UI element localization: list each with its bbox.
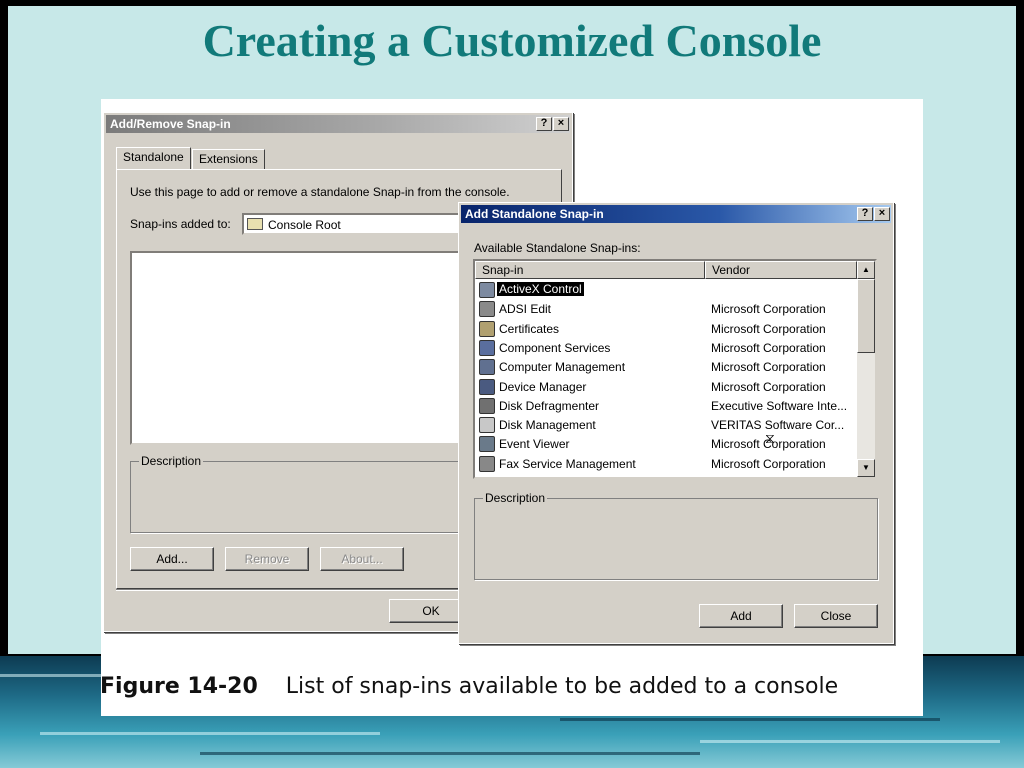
help-button[interactable]: ? [857,207,873,221]
remove-button[interactable]: Remove [225,547,309,571]
instruction-text: Use this page to add or remove a standal… [130,185,510,199]
event-viewer-icon [479,436,495,453]
snapin-vendor: Microsoft Corporation [711,302,826,317]
activex-icon [479,282,495,298]
snapin-row[interactable]: Disk Management VERITAS Software Cor... [475,416,857,435]
snapin-name: ADSI Edit [499,302,552,317]
hourglass-cursor-icon: ⧖ [765,430,775,446]
tab-extensions[interactable]: Extensions [192,149,265,169]
snapin-name: ActiveX Control [497,282,584,296]
snapin-vendor: Microsoft Corporation [711,321,826,336]
snapin-name: Disk Defragmenter [499,398,600,413]
add-remove-titlebar: Add/Remove Snap-in ? × [106,115,570,133]
snapin-row[interactable]: Event Viewer Microsoft Corporation [475,435,857,454]
snapin-vendor: Microsoft Corporation [711,360,826,375]
snapin-name: Disk Management [499,418,596,433]
adsi-icon [479,301,495,318]
scroll-down-arrow-icon[interactable]: ▼ [857,459,875,477]
available-snapins-label: Available Standalone Snap-ins: [474,241,641,255]
snapin-row[interactable]: Component Services Microsoft Corporation [475,339,857,358]
scroll-thumb[interactable] [857,279,875,353]
snapin-vendor: VERITAS Software Cor... [711,418,845,433]
description-label: Description [139,454,204,468]
slide-title: Creating a Customized Console [202,15,822,66]
snapin-row[interactable]: Disk Defragmenter Executive Software Inte… [475,397,857,416]
column-header-vendor[interactable]: Vendor [705,261,857,279]
folder-icon [247,218,263,230]
snapin-name: Component Services [499,340,611,355]
vertical-scrollbar[interactable]: ▲ ▼ [857,261,875,477]
add-button[interactable]: Add... [130,547,214,571]
available-snapins-list[interactable]: Snap-in Vendor ActiveX Control ADSI Edit M… [473,259,877,479]
add-remove-title: Add/Remove Snap-in [110,117,231,131]
caption-text: List of snap-ins available to be added t… [285,674,839,699]
description-label: Description [483,491,548,505]
description-group: Description [474,491,878,580]
device-manager-icon [479,378,495,395]
close-button[interactable]: × [553,117,569,131]
add-standalone-titlebar: Add Standalone Snap-in ? × [461,205,891,223]
add-button[interactable]: Add [699,604,783,628]
snapin-row[interactable]: ActiveX Control [475,281,857,300]
snapins-added-label: Snap-ins added to: [130,217,231,231]
fax-icon [479,455,495,472]
tab-standalone[interactable]: Standalone [116,147,191,169]
snapin-name: Event Viewer [499,437,570,452]
close-dialog-button[interactable]: Close [794,604,878,628]
slide: Creating a Customized Console Add/Remove… [0,0,1024,768]
column-header-snapin[interactable]: Snap-in [475,261,705,279]
snapin-name: Computer Management [499,360,626,375]
component-services-icon [479,339,495,356]
snapin-vendor: Microsoft Corporation [711,379,826,394]
snapin-row[interactable]: Fax Service Management Microsoft Corporat… [475,455,857,474]
certificate-icon [479,320,495,337]
snapin-row[interactable]: Computer Management Microsoft Corporation [475,358,857,377]
snapin-row[interactable]: Certificates Microsoft Corporation [475,320,857,339]
snapin-name: Certificates [499,321,560,336]
snapin-vendor: Executive Software Inte... [711,398,848,413]
snapins-added-value: Console Root [268,218,341,232]
snapin-row[interactable]: ADSI Edit Microsoft Corporation [475,300,857,319]
close-button[interactable]: × [874,207,890,221]
caption-figure-number: Figure 14-20 [100,674,258,699]
snapin-name: Fax Service Management [499,456,636,471]
about-button[interactable]: About... [320,547,404,571]
snapin-row[interactable]: Device Manager Microsoft Corporation [475,378,857,397]
scroll-up-arrow-icon[interactable]: ▲ [857,261,875,279]
snapin-vendor: Microsoft Corporation [711,456,826,471]
add-standalone-title: Add Standalone Snap-in [465,207,604,221]
computer-icon [479,359,495,376]
defrag-icon [479,397,495,414]
snapin-vendor: Microsoft Corporation [711,340,826,355]
disk-icon [479,417,495,434]
figure-caption: Figure 14-20 List of snap-ins available t… [100,674,924,716]
snapin-name: Device Manager [499,379,587,394]
help-button[interactable]: ? [536,117,552,131]
